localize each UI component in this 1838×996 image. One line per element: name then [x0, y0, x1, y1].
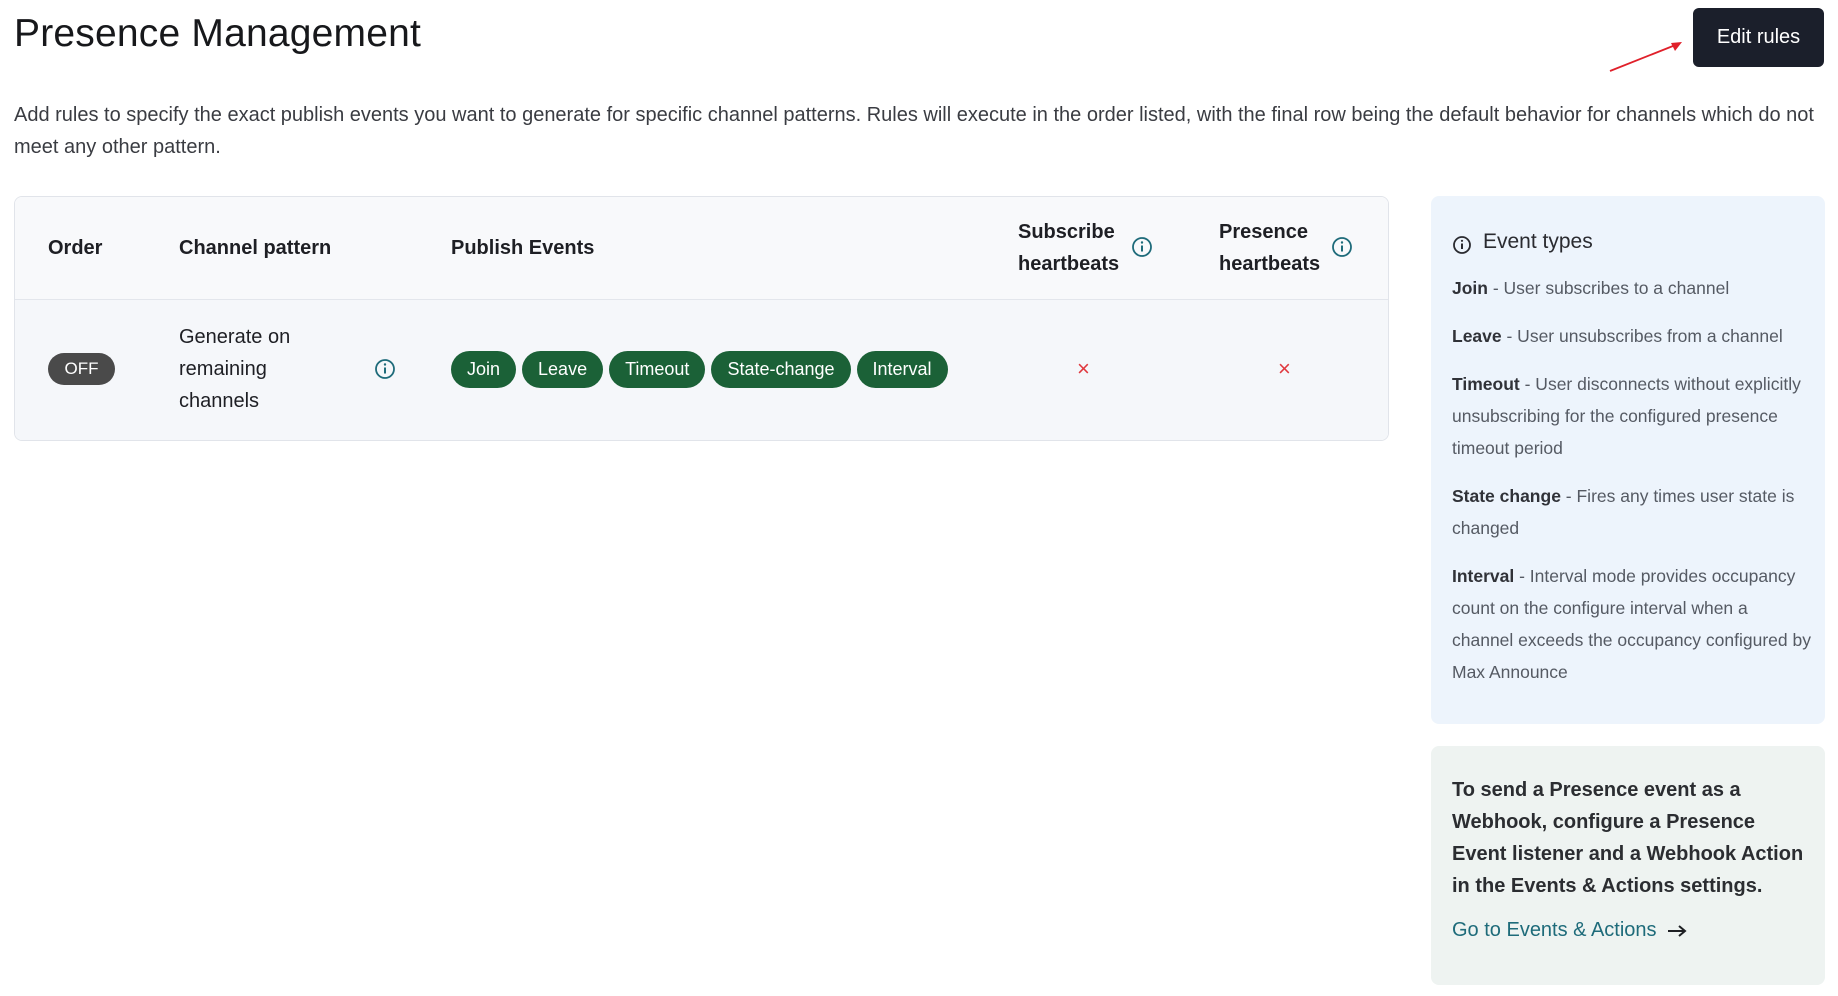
event-types-panel: Event types Join - User subscribes to a … [1431, 196, 1825, 724]
table-header: Order Channel pattern Publish Events Sub… [15, 197, 1388, 300]
header-presence-heartbeats: Presence heartbeats [1219, 221, 1321, 275]
event-type-state-change: State change - Fires any times user stat… [1452, 486, 1795, 538]
subscribe-heartbeats-info-icon[interactable] [1131, 236, 1153, 258]
event-types-list: Join - User subscribes to a channel Leav… [1452, 272, 1812, 704]
page-description: Add rules to specify the exact publish e… [14, 104, 1814, 158]
header-channel-pattern: Channel pattern [179, 237, 332, 259]
subscribe-heartbeats-close-icon: × [1077, 356, 1090, 381]
event-type-join: Join - User subscribes to a channel [1452, 278, 1730, 298]
header-order: Order [48, 237, 103, 259]
go-to-events-actions-label: Go to Events & Actions [1452, 919, 1657, 941]
channel-pattern-info-icon[interactable] [374, 358, 396, 380]
go-to-events-actions-link[interactable]: Go to Events & Actions [1452, 919, 1687, 942]
event-chip-state-change: State-change [711, 351, 851, 388]
event-type-timeout: Timeout - User disconnects without expli… [1452, 374, 1801, 458]
order-status-badge: OFF [48, 353, 115, 385]
webhook-info-panel: To send a Presence event as a Webhook, c… [1431, 746, 1825, 985]
event-chip-leave: Leave [522, 351, 604, 388]
webhook-info-text: To send a Presence event as a Webhook, c… [1452, 779, 1804, 897]
event-type-leave: Leave - User unsubscribes from a channel [1452, 326, 1783, 346]
publish-events-chips: Join Leave Timeout State-change Interval [451, 351, 948, 388]
presence-heartbeats-info-icon[interactable] [1331, 236, 1353, 258]
header-subscribe-heartbeats: Subscribe heartbeats [1018, 221, 1120, 275]
event-types-title: Event types [1483, 230, 1593, 253]
rules-table: Order Channel pattern Publish Events Sub… [14, 196, 1389, 441]
page-title: Presence Management [14, 12, 422, 55]
header-publish-events: Publish Events [451, 237, 595, 259]
channel-pattern-text: Generate on remaining channels [179, 326, 291, 412]
table-row: OFF Generate on remaining channels Join … [15, 300, 1388, 440]
annotation-arrow-icon [1609, 42, 1682, 72]
event-types-info-icon [1453, 236, 1471, 254]
event-chip-join: Join [451, 351, 517, 388]
arrow-right-icon [1667, 924, 1687, 937]
edit-rules-button[interactable]: Edit rules [1693, 8, 1824, 67]
event-chip-timeout: Timeout [609, 351, 706, 388]
event-type-interval: Interval - Interval mode provides occupa… [1452, 566, 1811, 682]
presence-heartbeats-close-icon: × [1278, 356, 1291, 381]
event-chip-interval: Interval [856, 351, 948, 388]
